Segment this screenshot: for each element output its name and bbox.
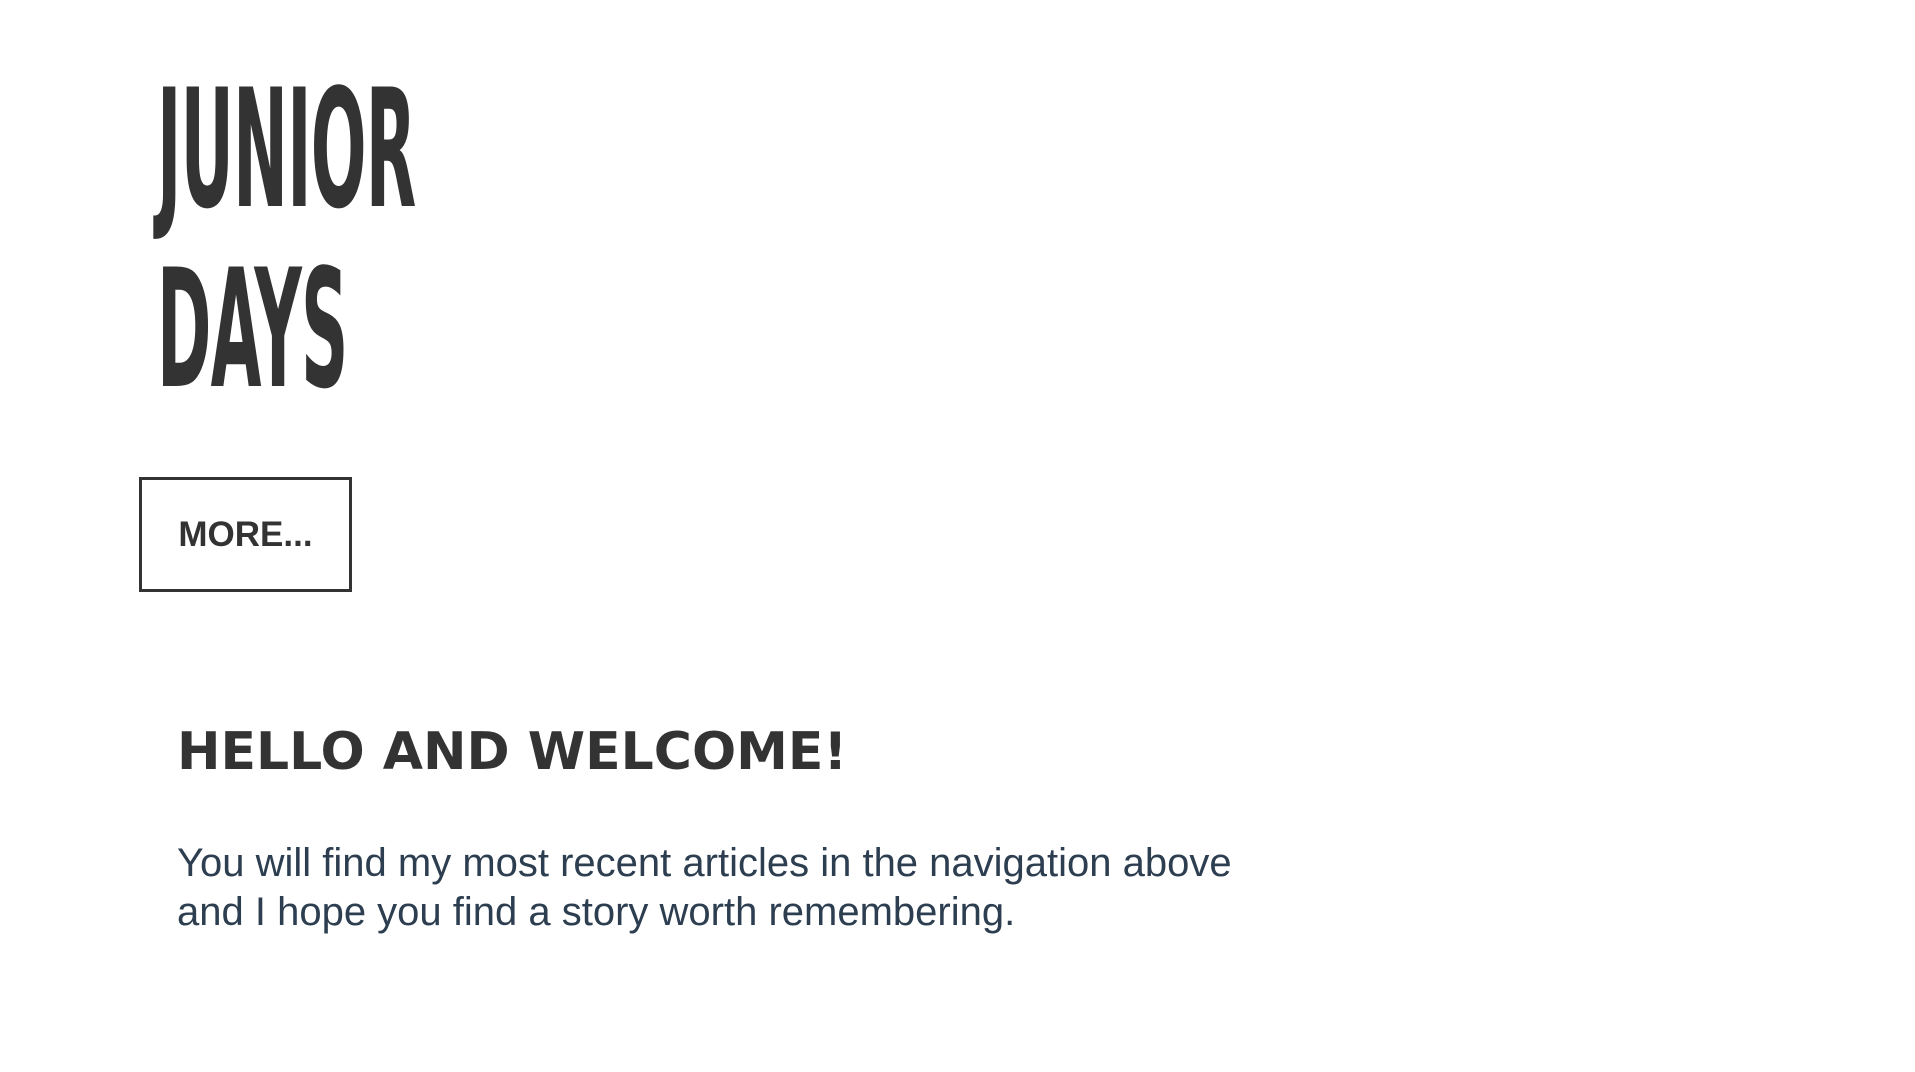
welcome-heading: HELLO AND WELCOME! xyxy=(177,722,848,782)
intro-paragraph: You will find my most recent articles in… xyxy=(177,841,1232,934)
site-title[interactable]: JUNIOR DAYS xyxy=(157,54,416,425)
page: JUNIOR DAYS MORE... HELLO AND WELCOME! Y… xyxy=(0,0,1915,1072)
site-title-line-1: JUNIOR xyxy=(157,54,416,245)
more-button[interactable]: MORE... xyxy=(139,477,352,592)
site-title-line-2: DAYS xyxy=(157,234,348,425)
